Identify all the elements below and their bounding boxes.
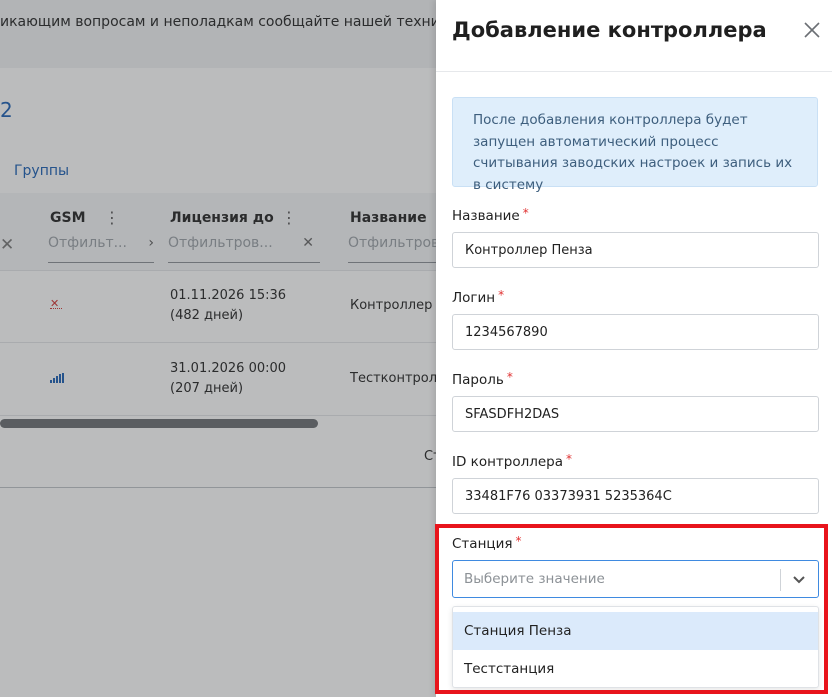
close-button[interactable] [802, 19, 822, 41]
station-select[interactable]: Выберите значение [452, 560, 819, 598]
select-placeholder: Выберите значение [464, 571, 605, 587]
info-message: После добавления контроллера будет запущ… [452, 97, 818, 193]
required-mark: * [566, 452, 573, 466]
password-field[interactable] [452, 396, 819, 432]
option-station-penza[interactable]: Станция Пенза [453, 612, 818, 650]
divider [436, 71, 832, 72]
chevron-down-icon[interactable] [791, 571, 807, 587]
login-label: Логин * [452, 288, 505, 306]
name-field[interactable] [452, 232, 819, 268]
name-label: Название * [452, 206, 529, 224]
option-teststation[interactable]: Тестстанция [453, 650, 818, 688]
password-label: Пароль * [452, 370, 513, 388]
required-mark: * [522, 206, 529, 220]
station-dropdown: Станция Пенза Тестстанция [452, 606, 819, 688]
required-mark: * [498, 288, 505, 302]
required-mark: * [506, 370, 513, 384]
controller-id-label: ID контроллера * [452, 452, 573, 470]
login-field[interactable] [452, 314, 819, 350]
required-mark: * [515, 534, 522, 548]
add-controller-drawer: Добавление контроллера После добавления … [436, 0, 832, 697]
drawer-title: Добавление контроллера [452, 18, 767, 42]
modal-overlay[interactable] [0, 0, 436, 697]
close-icon [804, 22, 820, 38]
select-separator [780, 569, 781, 591]
controller-id-field[interactable] [452, 478, 819, 514]
station-label: Станция * [452, 534, 522, 552]
